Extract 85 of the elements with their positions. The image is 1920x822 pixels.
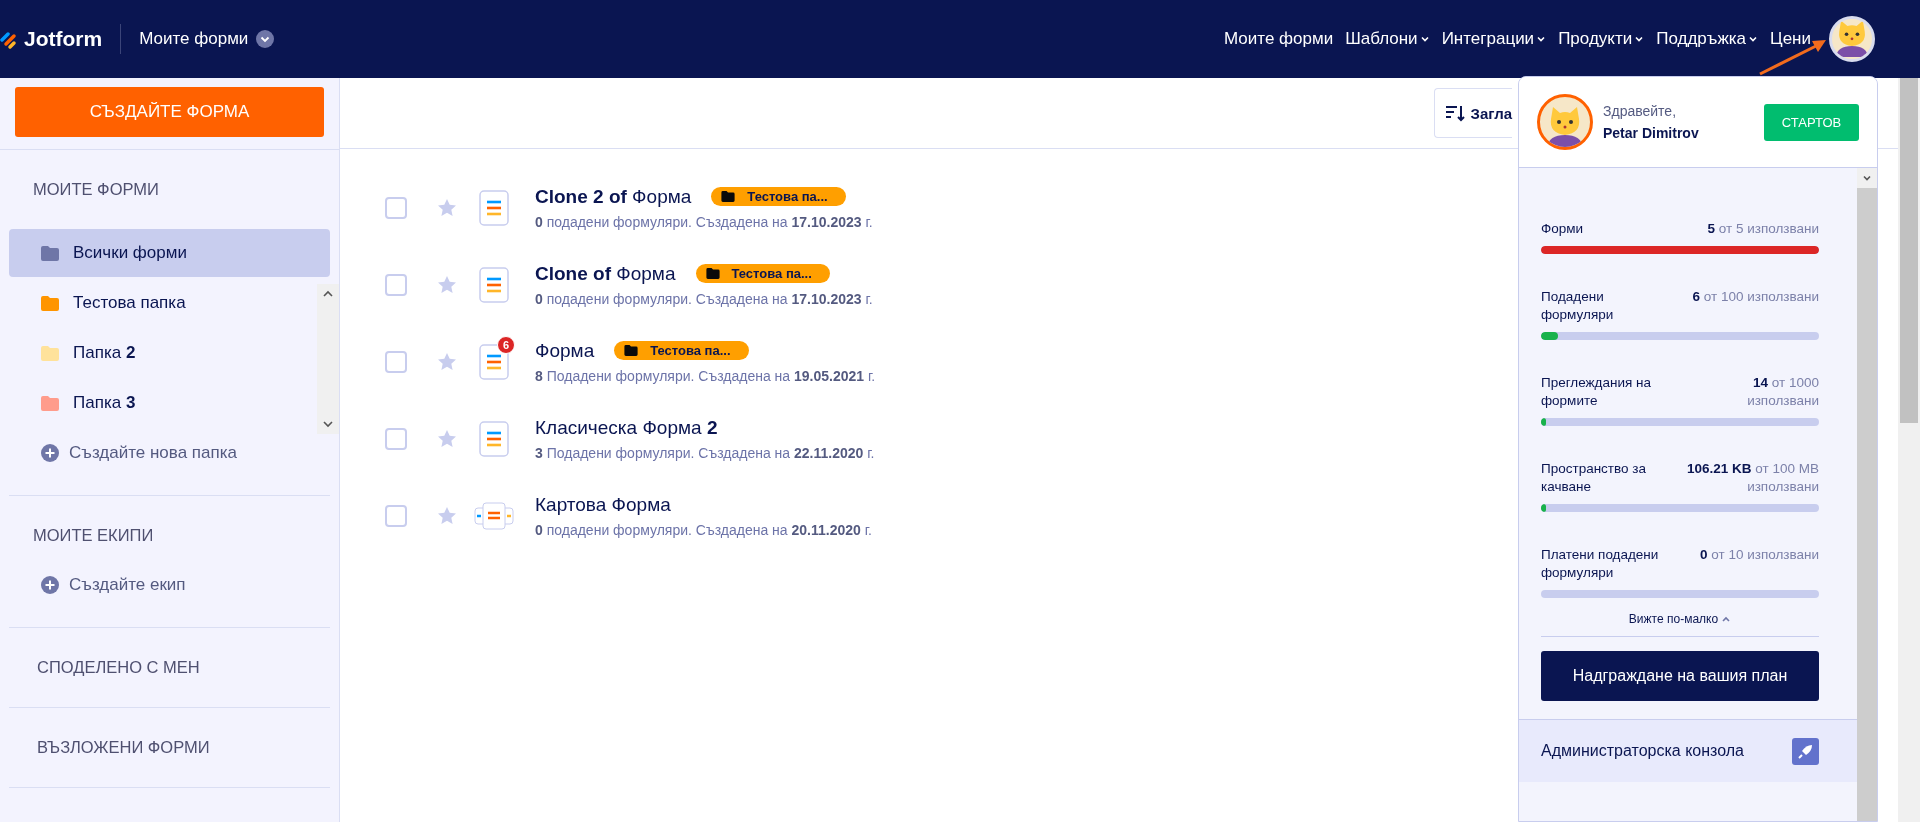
form-details: 0 подадени формуляри. Създадена на 17.10.2023 г. (535, 290, 873, 307)
scrollbar-drawing[interactable] (1857, 168, 1877, 821)
plus-icon (41, 444, 59, 462)
nav-link[interactable]: Продукти (1556, 29, 1647, 49)
chevron-up-icon (1721, 615, 1732, 623)
folder-tag[interactable]: Тестова па... (614, 341, 749, 360)
usage-label: Пространство за качване (1541, 459, 1648, 496)
plus-icon (41, 576, 59, 594)
folder-icon (624, 345, 639, 356)
rocket-icon (1792, 737, 1819, 765)
see-less-button[interactable]: Вижте по-малко (1628, 612, 1732, 626)
nav-link[interactable]: Цени (1768, 29, 1813, 49)
section-title: МОИТЕ ФОРМИ (32, 179, 160, 200)
nav-link[interactable]: Моите форми (1222, 29, 1336, 49)
create-folder-link[interactable]: Създайте нова папка (9, 429, 330, 477)
usage-reading: 106.21 KB от 100 MB използвани (1686, 459, 1819, 496)
form-title[interactable]: Картова Форма (535, 493, 671, 516)
folder-label: Тестова папка (73, 293, 186, 313)
card-form-icon (474, 500, 514, 531)
usage-label: Форми (1541, 219, 1584, 238)
admin-console-link[interactable]: Администраторска конзола (1519, 719, 1857, 782)
caret-icon (1862, 173, 1872, 183)
folder-icon (705, 268, 720, 279)
usage-reading: 5 от 5 използвани (1707, 219, 1819, 238)
notification-badge: 6 (497, 335, 515, 354)
folder-item[interactable]: Тестова папка (9, 279, 310, 327)
usage-reading: 0 от 10 използвани (1699, 545, 1819, 564)
star-icon[interactable] (437, 505, 457, 526)
caret-icon (1634, 34, 1645, 44)
folder-tag[interactable]: Тестова па... (695, 264, 830, 283)
folder-tag[interactable]: Тестова па... (711, 187, 846, 206)
form-details: 3 Подадени формуляри. Създадена на 22.11.2020 г. (535, 444, 875, 461)
nav-link[interactable]: Поддръжка (1654, 29, 1761, 49)
workspace-dropdown[interactable]: Моите форми (139, 29, 275, 49)
star-icon[interactable] (437, 428, 457, 449)
star-icon[interactable] (437, 197, 457, 218)
user-name: Petar Dimitrov (1603, 125, 1699, 141)
checkbox[interactable] (385, 196, 407, 219)
caret-icon (1748, 34, 1759, 44)
caret-icon (1536, 34, 1547, 44)
usage-reading: 6 от 100 използвани (1692, 287, 1819, 306)
form-icon (479, 420, 509, 457)
avatar[interactable] (1829, 16, 1875, 62)
folder-label: Папка 2 (73, 343, 136, 363)
form-icon (479, 266, 509, 303)
section-title[interactable]: СПОДЕЛЕНО С МЕН (9, 628, 330, 707)
usage-label: Преглеждания на формите (1541, 373, 1653, 410)
sort-button[interactable]: Загла (1433, 88, 1512, 138)
form-icon (479, 189, 509, 226)
folder-item[interactable]: Папка 2 (9, 329, 310, 377)
checkbox[interactable] (385, 427, 407, 450)
chevron-down-icon (256, 30, 275, 48)
scrollbar-thumb[interactable] (1900, 78, 1918, 423)
folder-item[interactable]: Всички форми (9, 229, 330, 277)
usage-label: Подадени формуляри (1541, 287, 1615, 324)
nav-link[interactable]: Интеграции (1439, 29, 1549, 49)
create-team-link[interactable]: Създайте екип (9, 575, 330, 609)
sort-icon (1444, 104, 1465, 122)
checkbox[interactable] (385, 273, 407, 296)
form-title[interactable]: Clone of Форма (535, 262, 676, 285)
logo-text[interactable]: Jotform (24, 27, 103, 51)
nav-link[interactable]: Шаблони (1343, 29, 1432, 49)
checkbox[interactable] (385, 350, 407, 373)
form-details: 0 подадени формуляри. Създадена на 17.10.2023 г. (535, 213, 873, 230)
form-details: 8 Подадени формуляри. Създадена на 19.05.2021 г. (535, 367, 876, 384)
section-title: МОИТЕ ЕКИПИ (32, 525, 155, 546)
checkbox[interactable] (385, 504, 407, 527)
star-icon[interactable] (437, 274, 457, 295)
folder-item[interactable]: Папка 3 (9, 379, 310, 427)
star-icon[interactable] (437, 351, 457, 372)
form-title[interactable]: Clone 2 of Форма (535, 185, 692, 208)
upgrade-button[interactable]: Надграждане на вашия план (1541, 651, 1819, 701)
form-details: 0 подадени формуляри. Създадена на 20.11.2020 г. (535, 521, 872, 538)
scrollbar-drawing[interactable] (317, 284, 339, 434)
greeting-text: Здравейте, (1603, 103, 1677, 119)
form-icon (479, 343, 509, 380)
caret-icon (1419, 34, 1430, 44)
folder-label: Папка 3 (73, 393, 136, 413)
usage-reading: 14 от 1000 използвани (1746, 373, 1819, 410)
form-title[interactable]: Форма (535, 339, 595, 362)
folder-icon (721, 191, 736, 202)
folder-label: Всички форми (73, 243, 187, 263)
section-title[interactable]: ВЪЗЛОЖЕНИ ФОРМИ (9, 708, 330, 787)
form-title[interactable]: Класическа Форма 2 (535, 416, 718, 439)
usage-label: Платени подадени формуляри (1541, 545, 1660, 582)
